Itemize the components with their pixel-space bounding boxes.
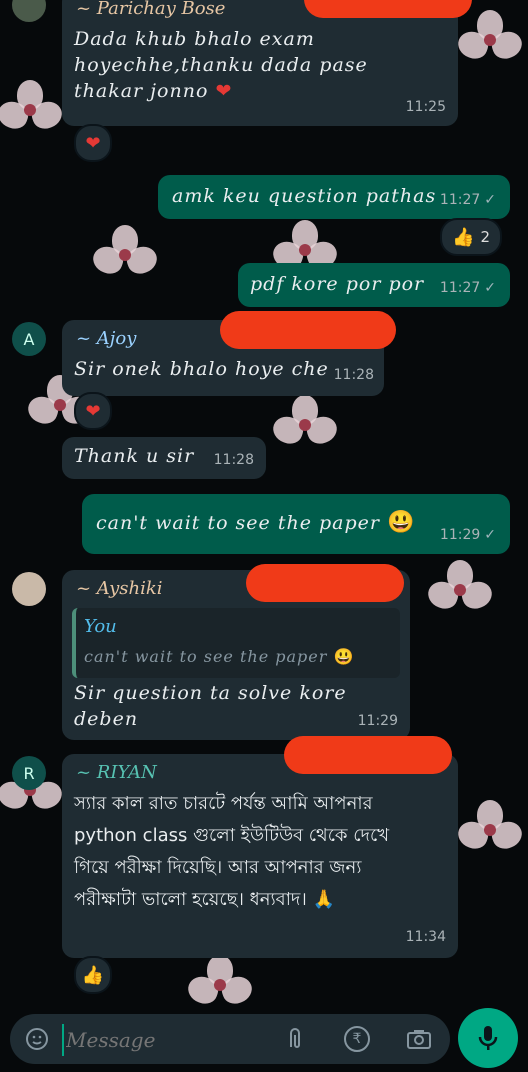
check-icon: ✓ (484, 280, 496, 296)
message-bubble[interactable]: ~ Parichay Bose Dada khub bhalo exam hoy… (62, 0, 458, 126)
message-time: 11:28 (333, 367, 374, 383)
rupee-payment-icon[interactable]: ₹ (344, 1026, 370, 1052)
redaction-mark (284, 736, 452, 774)
sender-name: ~ Parichay Bose (76, 0, 226, 19)
message-text: Sir onek bhalo hoye che (74, 358, 329, 380)
mic-button[interactable] (458, 1008, 518, 1068)
thumbs-up-icon: 👍 (452, 226, 475, 248)
check-icon: ✓ (484, 192, 496, 208)
reaction-count: 2 (480, 228, 490, 246)
redaction-mark (220, 311, 396, 349)
message-time: 11:28 (213, 452, 254, 468)
avatar[interactable]: A (12, 322, 46, 356)
quote-text: can't wait to see the paper (84, 647, 328, 666)
heart-icon: ❤ (85, 132, 101, 154)
message-text: pdf kore por por (250, 273, 425, 295)
message-bubble[interactable]: Thank u sir 11:28 (62, 437, 266, 479)
check-icon: ✓ (484, 527, 496, 543)
message-time: 11:29 (357, 713, 398, 729)
avatar[interactable]: R (12, 756, 46, 790)
reaction-badge[interactable]: 👍 (74, 956, 112, 994)
heart-icon: ❤ (85, 400, 101, 422)
quote-author: You (84, 616, 117, 637)
thumbs-up-icon: 👍 (81, 964, 105, 986)
message-bubble[interactable]: pdf kore por por 11:27 ✓ (238, 263, 510, 307)
message-time: 11:27 (439, 192, 481, 208)
reaction-badge[interactable]: ❤ (74, 392, 112, 430)
flower-decoration (269, 395, 341, 455)
flower-decoration (454, 10, 526, 70)
message-text: Thank u sir (74, 445, 195, 467)
message-text: স্যার কাল রাত চারটে পর্যন্ত আমি আপনার py… (74, 793, 390, 910)
message-input[interactable] (62, 1024, 278, 1056)
message-bubble[interactable]: amk keu question pathas 11:27 ✓ (158, 175, 510, 219)
sender-name: ~ RIYAN (76, 762, 157, 783)
message-bubble[interactable]: ~ RIYAN স্যার কাল রাত চারটে পর্যন্ত আমি … (62, 754, 458, 958)
flower-decoration (424, 560, 496, 620)
grinning-face-icon: 😃 (333, 647, 355, 666)
message-text: amk keu question pathas (172, 185, 437, 207)
redaction-mark (246, 564, 404, 602)
reaction-badge[interactable]: 👍 2 (440, 218, 502, 256)
microphone-icon (478, 1026, 498, 1050)
flower-decoration (0, 80, 66, 140)
reaction-badge[interactable]: ❤ (74, 124, 112, 162)
avatar[interactable] (12, 572, 46, 606)
sticker-icon[interactable] (24, 1026, 50, 1052)
message-bubble[interactable]: can't wait to see the paper 😃 11:29 ✓ (82, 494, 510, 554)
folded-hands-icon: 🙏 (312, 889, 335, 910)
redaction-mark (304, 0, 472, 18)
flower-decoration (454, 800, 526, 860)
heart-icon: ❤ (215, 80, 233, 102)
message-time: 11:29 (439, 527, 481, 543)
message-text: can't wait to see the paper (96, 512, 380, 534)
message-input-container[interactable]: ₹ (10, 1014, 450, 1064)
sender-name: ~ Ayshiki (76, 578, 163, 599)
message-time: 11:25 (405, 99, 446, 115)
message-time: 11:34 (405, 929, 446, 945)
sender-name: ~ Ajoy (76, 328, 137, 349)
flower-decoration (89, 225, 161, 285)
attach-icon[interactable] (282, 1026, 308, 1052)
composer-bar: ₹ (0, 1004, 528, 1072)
grinning-face-icon: 😃 (387, 510, 416, 535)
camera-icon[interactable] (406, 1026, 432, 1052)
message-time: 11:27 (439, 280, 481, 296)
quoted-message[interactable]: You can't wait to see the paper 😃 (72, 608, 400, 678)
